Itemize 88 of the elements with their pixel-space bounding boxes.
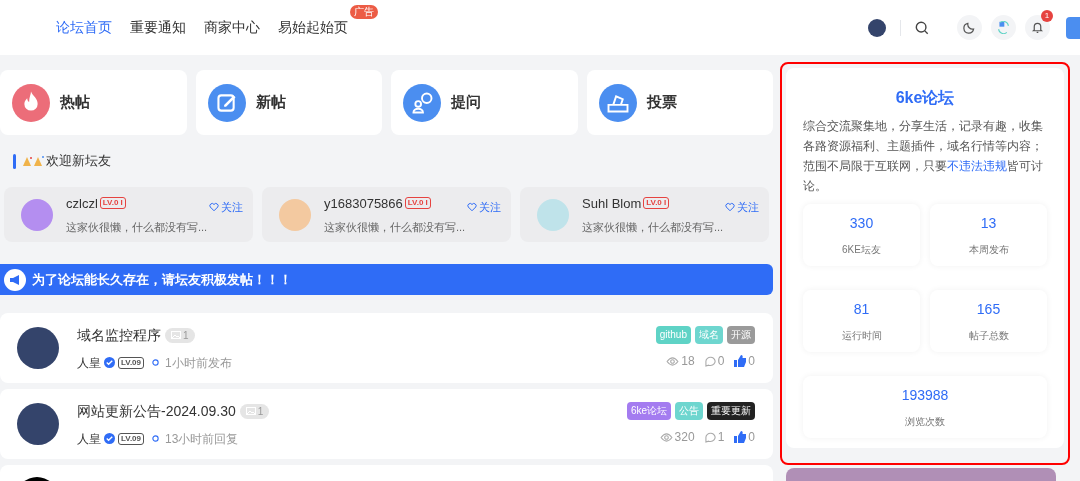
announcement-bar: 为了论坛能长久存在，请坛友积极发帖！！！ — [0, 264, 773, 295]
stat-label: 运行时间 — [841, 329, 882, 343]
thumbs-up-icon — [734, 431, 747, 443]
quick-link-card[interactable]: 热帖 — [0, 70, 187, 135]
image-icon — [245, 407, 256, 415]
eye-icon — [666, 356, 680, 366]
dark-mode-button[interactable] — [957, 15, 982, 40]
search-icon[interactable] — [915, 20, 929, 35]
level-badge: LV.0 I — [643, 197, 670, 210]
translate-icon — [997, 21, 1010, 34]
stat-value: 193988 — [901, 386, 949, 405]
eye-icon — [659, 432, 673, 442]
user-bio: 这家伙很懒，什么都没有写... — [66, 220, 209, 235]
like-count: 0 — [748, 429, 755, 446]
post-time: 1小时前发布 — [165, 354, 232, 372]
post-title[interactable]: 网站更新公告-2024.09.30 — [77, 400, 236, 422]
quick-link-label: 提问 — [451, 92, 481, 113]
side-panel-button[interactable] — [1066, 16, 1080, 39]
post-title[interactable]: 域名监控程序 — [77, 324, 161, 346]
bell-icon — [1031, 21, 1044, 34]
nav-link[interactable]: 重要通知 — [130, 19, 186, 35]
avatar-image — [17, 403, 59, 445]
heart-icon — [467, 202, 477, 213]
user-name[interactable]: czlczl — [66, 193, 98, 213]
stat-label: 浏览次数 — [905, 415, 945, 429]
moon-icon — [963, 21, 976, 34]
stat-label: 帖子总数 — [968, 329, 1009, 343]
dot-icon — [152, 359, 159, 366]
quick-link-label: 热帖 — [60, 92, 90, 113]
author-name[interactable]: 人皇 — [77, 429, 101, 448]
notification-count: 1 — [1041, 10, 1053, 22]
user-bio: 这家伙很懒，什么都没有写... — [582, 220, 725, 235]
post-card[interactable]: 网站更新公告-2024.09.30 1 人皇 LV.09 13小时前回复 6ke论坛 公告 重要更新 320 1 0 — [0, 389, 773, 459]
user-bio: 这家伙很懒，什么都没有写... — [324, 220, 467, 235]
confetti-icon — [22, 155, 46, 167]
image-icon — [171, 331, 181, 339]
comment-icon — [704, 355, 716, 367]
stat-label: 6KE坛友 — [842, 243, 881, 257]
nav-link[interactable]: 商家中心 — [204, 19, 260, 35]
comment-icon — [704, 431, 716, 443]
level-badge: LV.09 — [118, 432, 144, 445]
post-card[interactable]: 域名监控程序 1 人皇 LV.09 1小时前发布 github 域名 开源 18 0 0 — [0, 313, 773, 383]
user-name[interactable]: Suhl Blom — [582, 193, 642, 213]
image-count-badge: 1 — [239, 403, 270, 419]
like-count: 0 — [748, 353, 755, 370]
author-name[interactable]: 人皇 — [77, 353, 101, 372]
avatar-image — [17, 327, 59, 369]
thumbs-up-icon — [734, 355, 747, 367]
verified-icon — [104, 357, 115, 368]
tag[interactable]: 重要更新 — [707, 402, 755, 420]
stat-value: 165 — [976, 300, 1001, 319]
stat-value: 330 — [849, 214, 874, 233]
stat-value: 81 — [853, 300, 870, 319]
follow-button[interactable]: 关注 — [725, 199, 759, 216]
ad-badge: 广告 — [350, 5, 378, 19]
dot-icon — [152, 435, 159, 442]
nav-link[interactable]: 论坛首页 — [56, 19, 112, 35]
comment-count: 1 — [717, 429, 725, 446]
follow-button[interactable]: 关注 — [209, 199, 243, 216]
level-badge: LV.0 I — [404, 197, 431, 210]
level-badge: LV.0 I — [99, 197, 126, 210]
nav-link[interactable]: 易始起始页 — [278, 19, 348, 35]
section-title: 欢迎新坛友 — [46, 152, 111, 171]
sidebar-title: 6ke论坛 — [894, 88, 956, 108]
post-time: 13小时前回复 — [165, 430, 239, 448]
quick-link-label: 新帖 — [255, 92, 286, 113]
comment-count: 0 — [717, 353, 725, 370]
level-badge: LV.09 — [118, 356, 144, 369]
notification-button[interactable] — [1025, 15, 1050, 40]
image-count-badge: 1 — [165, 327, 195, 343]
verified-icon — [104, 433, 115, 444]
sidebar-description: 综合交流聚集地，分享生活，记录有趣，收集各路资源福利、主题插件，域名行情等内容；范围不局限于互联网，只要不违法违规皆可讨论。 — [803, 118, 1044, 195]
view-count: 18 — [681, 353, 695, 370]
rules-link[interactable]: 不违法违规 — [947, 159, 1007, 173]
quick-link-label: 投票 — [646, 92, 677, 113]
quick-link-card[interactable]: 提问 — [391, 70, 578, 135]
user-avatar[interactable] — [868, 18, 886, 37]
view-count: 320 — [674, 429, 695, 446]
heart-icon — [209, 202, 219, 213]
stat-label: 本周发布 — [968, 243, 1009, 257]
stat-value: 13 — [980, 214, 997, 233]
follow-button[interactable]: 关注 — [467, 199, 501, 216]
quick-link-card[interactable]: 新帖 — [195, 70, 382, 135]
user-name[interactable]: y1683075866 — [324, 193, 403, 213]
megaphone-icon — [4, 268, 26, 291]
quick-link-card[interactable]: 投票 — [586, 70, 773, 135]
heart-icon — [725, 202, 735, 213]
translate-button[interactable] — [991, 15, 1016, 40]
